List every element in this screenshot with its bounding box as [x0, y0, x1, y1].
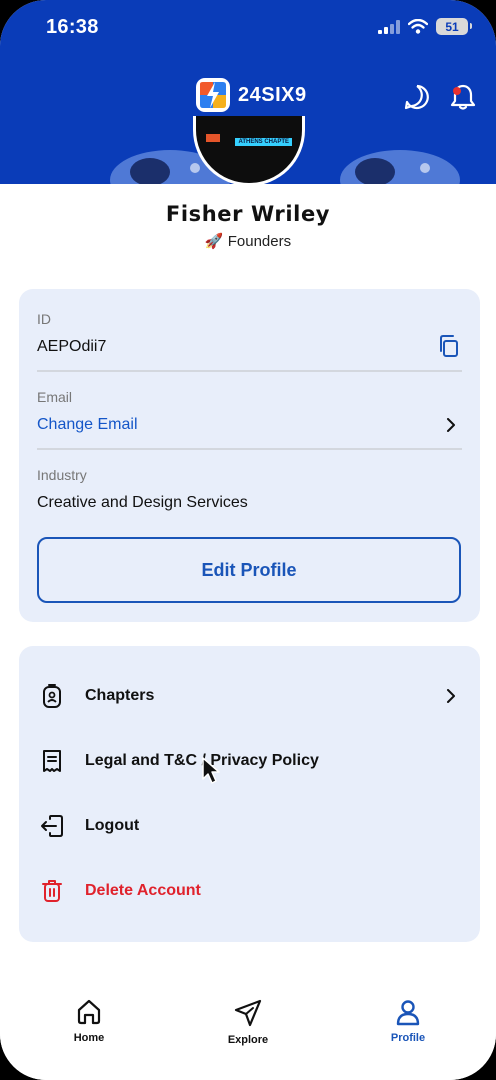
bottom-tab-bar: Home Explore Profile: [0, 980, 496, 1080]
tab-profile[interactable]: Profile: [358, 998, 458, 1044]
rocket-icon: 🚀: [204, 233, 224, 250]
menu-label: Chapters: [85, 687, 155, 704]
tab-label: Profile: [390, 1032, 426, 1044]
phone-screen: 16:38 51 24SIX9 ATHENS CHAPTE Fisher Wri…: [0, 0, 496, 1080]
receipt-icon: [43, 750, 61, 772]
menu-item-chapters[interactable]: Chapters: [19, 671, 480, 721]
tab-home[interactable]: Home: [39, 998, 139, 1044]
battery-level: 51: [445, 19, 459, 34]
role-label: Founders: [227, 233, 292, 250]
user-icon: [396, 1000, 420, 1026]
id-value: AEPOdii7: [37, 338, 107, 355]
edit-profile-button[interactable]: Edit Profile: [37, 537, 461, 603]
logo-icon: [196, 78, 230, 112]
signal-icon: [378, 19, 400, 34]
tab-explore[interactable]: Explore: [198, 998, 298, 1046]
menu-item-legal[interactable]: Legal and T&C / Privacy Policy: [19, 736, 480, 786]
chat-icon[interactable]: [402, 82, 432, 112]
chevron-right-icon[interactable]: [444, 418, 458, 432]
avatar-graphic: [206, 134, 220, 142]
divider: [37, 448, 462, 450]
tab-label: Explore: [227, 1034, 269, 1046]
industry-value: Creative and Design Services: [37, 494, 248, 511]
logout-icon: [41, 815, 63, 837]
home-icon: [77, 999, 101, 1025]
trash-icon: [42, 880, 62, 902]
chevron-right-icon: [447, 689, 455, 703]
status-icons: 51: [378, 18, 472, 35]
brand-logo: 24SIX9: [194, 76, 307, 114]
settings-menu-card: Chapters Legal and T&C / Privacy Policy …: [19, 646, 480, 942]
menu-item-logout[interactable]: Logout: [19, 801, 480, 851]
brand-name: 24SIX9: [238, 83, 307, 106]
profile-header: 16:38 51 24SIX9 ATHENS CHAPTE: [0, 0, 496, 184]
avatar-tag: ATHENS CHAPTE: [235, 138, 292, 146]
notification-bell-icon[interactable]: [448, 82, 478, 112]
id-badge-icon: [43, 684, 61, 708]
id-label: ID: [37, 311, 51, 327]
profile-info-card: ID AEPOdii7 Email Change Email Industry …: [19, 289, 480, 622]
menu-label: Logout: [85, 817, 140, 834]
change-email-link[interactable]: Change Email: [37, 416, 138, 434]
menu-label: Delete Account: [85, 882, 201, 899]
menu-item-delete-account[interactable]: Delete Account: [19, 866, 480, 916]
divider: [37, 370, 462, 372]
profile-name: Fisher Wriley: [165, 202, 331, 226]
mouse-pointer-icon: [202, 757, 220, 784]
copy-icon[interactable]: [438, 335, 460, 357]
tab-label: Home: [73, 1032, 105, 1044]
wifi-icon: [408, 19, 428, 34]
status-bar: 16:38 51: [0, 0, 496, 58]
battery-icon: 51: [436, 18, 472, 35]
send-icon: [234, 999, 262, 1027]
industry-label: Industry: [37, 467, 87, 483]
rocket-decoration-right: [340, 150, 460, 184]
email-label: Email: [37, 389, 73, 405]
profile-role: 🚀 Founders: [0, 232, 496, 250]
status-time: 16:38: [46, 16, 99, 38]
